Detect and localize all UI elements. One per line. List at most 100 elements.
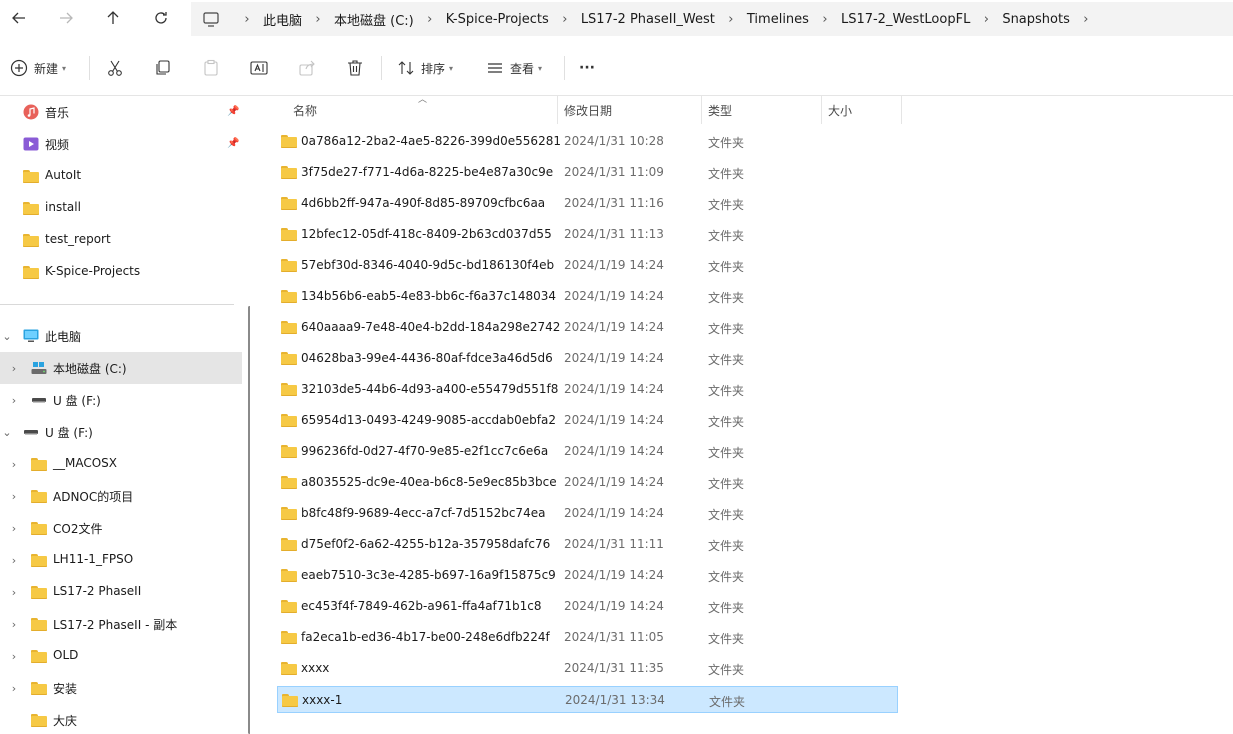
file-row[interactable]: 12bfec12-05df-418c-8409-2b63cd037d55 2024… — [277, 221, 898, 248]
column-divider[interactable] — [701, 96, 702, 124]
sidebar-item-lh11[interactable]: › LH11-1_FPSO — [0, 544, 242, 576]
sidebar-item-old[interactable]: › OLD — [0, 640, 242, 672]
sidebar-item-ls17-phaseii[interactable]: › LS17-2 PhaseII — [0, 576, 242, 608]
breadcrumb[interactable]: › 此电脑 › 本地磁盘 (C:) › K-Spice-Projects › LS17… — [191, 2, 1233, 36]
cut-button[interactable] — [106, 54, 124, 82]
paste-button[interactable] — [202, 54, 220, 82]
file-row[interactable]: ec453f4f-7849-462b-a961-ffa4af71b1c8 2024… — [277, 593, 898, 620]
file-row[interactable]: 32103de5-44b6-4d93-a400-e55479d551f8 2024… — [277, 376, 898, 403]
computer-icon[interactable] — [191, 11, 231, 27]
file-row[interactable]: 3f75de27-f771-4d6a-8225-be4e87a30c9e 2024… — [277, 159, 898, 186]
chevron-right-icon[interactable]: › — [7, 650, 21, 663]
sidebar-item-this-pc[interactable]: ⌄ 此电脑 — [0, 320, 242, 352]
column-header-date[interactable]: 修改日期 — [564, 96, 612, 124]
new-button[interactable]: 新建 ▾ — [10, 54, 66, 82]
file-row[interactable]: d75ef0f2-6a62-4255-b12a-357958dafc76 2024… — [277, 531, 898, 558]
column-divider[interactable] — [901, 96, 902, 124]
sidebar-item-music[interactable]: 音乐 📌 — [0, 96, 242, 128]
sidebar-item-local-disk-c[interactable]: › 本地磁盘 (C:) — [0, 352, 242, 384]
column-header-type[interactable]: 类型 — [708, 96, 732, 124]
breadcrumb-item-kspice-projects[interactable]: K-Spice-Projects › — [446, 12, 581, 27]
column-header-name[interactable]: 名称 — [293, 96, 317, 124]
up-button[interactable] — [98, 5, 128, 31]
breadcrumb-item-westloopfl[interactable]: LS17-2_WestLoopFL › — [841, 12, 1002, 27]
breadcrumb-separator[interactable]: › — [231, 12, 263, 27]
file-modified-date: 2024/1/31 13:34 — [565, 693, 665, 707]
sidebar-item-macosx[interactable]: › __MACOSX — [0, 448, 242, 480]
breadcrumb-item-phaseii-west[interactable]: LS17-2 PhaseII_West › — [581, 12, 747, 27]
sidebar-item-co2[interactable]: › CO2文件 — [0, 512, 242, 544]
sidebar-item-usb-f[interactable]: › U 盘 (F:) — [0, 384, 242, 416]
file-row[interactable]: 0a786a12-2ba2-4ae5-8226-399d0e556281 2024… — [277, 128, 898, 155]
file-list: ︿ 名称 修改日期 类型 大小 0a786a12-2ba2-4ae5-8226-… — [258, 95, 1233, 734]
sidebar-item-install[interactable]: install — [0, 192, 242, 224]
share-icon — [299, 60, 315, 76]
file-row[interactable]: 57ebf30d-8346-4040-9d5c-bd186130f4eb 2024… — [277, 252, 898, 279]
music-icon — [23, 104, 39, 120]
copy-button[interactable] — [154, 54, 172, 82]
file-type: 文件夹 — [708, 198, 745, 212]
column-divider[interactable] — [557, 96, 558, 124]
column-header-size[interactable]: 大小 — [828, 96, 852, 124]
sidebar-item-autoit[interactable]: AutoIt — [0, 160, 242, 192]
file-row[interactable]: b8fc48f9-9689-4ecc-a7cf-7d5152bc74ea 2024… — [277, 500, 898, 527]
view-button[interactable]: 查看 ▾ — [486, 54, 542, 82]
column-divider[interactable] — [821, 96, 822, 124]
sort-button[interactable]: 排序 ▾ — [397, 54, 453, 82]
share-button[interactable] — [298, 54, 316, 82]
refresh-button[interactable] — [146, 5, 176, 31]
chevron-right-icon[interactable]: › — [7, 394, 21, 407]
file-name: d75ef0f2-6a62-4255-b12a-357958dafc76 — [301, 537, 551, 551]
chevron-right-icon[interactable]: › — [7, 522, 21, 535]
sidebar-item-adnoc[interactable]: › ADNOC的项目 — [0, 480, 242, 512]
file-row[interactable]: 134b56b6-eab5-4e83-bb6c-f6a37c148034 2024… — [277, 283, 898, 310]
breadcrumb-item-this-pc[interactable]: 此电脑 › — [263, 10, 334, 29]
file-row[interactable]: 640aaaa9-7e48-40e4-b2dd-184a298e2742 2024… — [277, 314, 898, 341]
breadcrumb-item-timelines[interactable]: Timelines › — [747, 12, 841, 27]
file-name: a8035525-dc9e-40ea-b6c8-5e9ec85b3bce — [301, 475, 557, 489]
navigation-bar: › 此电脑 › 本地磁盘 (C:) › K-Spice-Projects › LS17… — [0, 0, 1233, 38]
file-row[interactable]: a8035525-dc9e-40ea-b6c8-5e9ec85b3bce 2024… — [277, 469, 898, 496]
file-row[interactable]: 4d6bb2ff-947a-490f-8d85-89709cfbc6aa 2024… — [277, 190, 898, 217]
file-row[interactable]: 996236fd-0d27-4f70-9e85-e2f1cc7c6e6a 2024… — [277, 438, 898, 465]
file-row[interactable]: xxxx-1 2024/1/31 13:34 文件夹 — [277, 686, 898, 713]
chevron-right-icon[interactable]: › — [7, 554, 21, 567]
breadcrumb-item-snapshots[interactable]: Snapshots › — [1002, 12, 1102, 27]
chevron-down-icon[interactable]: ⌄ — [0, 330, 14, 343]
chevron-right-icon[interactable]: › — [7, 618, 21, 631]
delete-button[interactable] — [346, 54, 364, 82]
file-row[interactable]: eaeb7510-3c3e-4285-b697-16a9f15875c9 2024… — [277, 562, 898, 589]
sidebar-item-daqing[interactable]: 大庆 — [0, 704, 242, 734]
file-row[interactable]: fa2eca1b-ed36-4b17-be00-248e6dfb224f 2024… — [277, 624, 898, 651]
back-arrow-icon — [12, 12, 25, 24]
back-button[interactable] — [4, 5, 34, 31]
computer-icon — [23, 329, 39, 342]
breadcrumb-item-local-disk[interactable]: 本地磁盘 (C:) › — [334, 10, 446, 29]
forward-button[interactable] — [51, 5, 81, 31]
file-modified-date: 2024/1/19 14:24 — [564, 568, 664, 582]
chevron-down-icon[interactable]: ⌄ — [0, 426, 14, 439]
sidebar-item-usb-f-root[interactable]: ⌄ U 盘 (F:) — [0, 416, 242, 448]
sidebar-item-install-cn[interactable]: › 安装 — [0, 672, 242, 704]
file-row[interactable]: 04628ba3-99e4-4436-80af-fdce3a46d5d6 2024… — [277, 345, 898, 372]
chevron-right-icon[interactable]: › — [7, 362, 21, 375]
chevron-right-icon[interactable]: › — [7, 586, 21, 599]
chevron-right-icon[interactable]: › — [7, 682, 21, 695]
sidebar-item-videos[interactable]: 视频 📌 — [0, 128, 242, 160]
file-type: 文件夹 — [708, 446, 745, 460]
file-row[interactable]: 65954d13-0493-4249-9085-accdab0ebfa2 2024… — [277, 407, 898, 434]
sidebar-scrollbar[interactable] — [248, 306, 250, 734]
chevron-right-icon[interactable]: › — [7, 490, 21, 503]
view-list-icon — [488, 63, 502, 73]
sidebar-item-label: 视频 — [45, 138, 70, 152]
sidebar-item-kspice-projects[interactable]: K-Spice-Projects — [0, 256, 242, 288]
chevron-right-icon[interactable]: › — [7, 458, 21, 471]
sidebar-item-test-report[interactable]: test_report — [0, 224, 242, 256]
file-modified-date: 2024/1/31 11:13 — [564, 227, 664, 241]
rename-button[interactable] — [250, 54, 268, 82]
sidebar-item-ls17-phaseii-copy[interactable]: › LS17-2 PhaseII - 副本 — [0, 608, 242, 640]
more-options-button[interactable]: ··· — [579, 54, 595, 82]
file-row[interactable]: xxxx 2024/1/31 11:35 文件夹 — [277, 655, 898, 682]
file-name: eaeb7510-3c3e-4285-b697-16a9f15875c9 — [301, 568, 556, 582]
rename-icon — [250, 61, 268, 75]
